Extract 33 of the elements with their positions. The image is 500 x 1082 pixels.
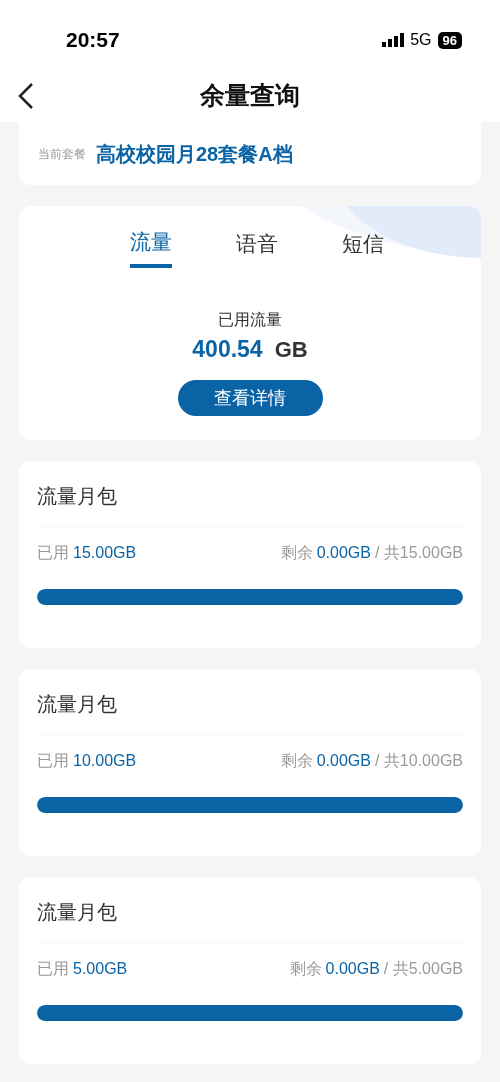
tab[interactable]: 语音 bbox=[236, 226, 278, 268]
network-label: 5G bbox=[410, 30, 432, 50]
remaining-value: 0.00GB bbox=[316, 543, 371, 563]
battery-level: 96 bbox=[437, 31, 462, 49]
plan-name: 高校校园月28套餐A档 bbox=[96, 141, 293, 167]
remaining-value: 0.00GB bbox=[325, 959, 380, 979]
used-label: 已用 bbox=[37, 751, 69, 771]
plan-label: 当前套餐 bbox=[38, 145, 86, 163]
used-label: 已用 bbox=[37, 959, 69, 979]
signal-icon bbox=[382, 33, 405, 47]
status-time: 20:57 bbox=[66, 27, 120, 53]
tab[interactable]: 短信 bbox=[342, 226, 384, 268]
total-value: / 共15.00GB bbox=[374, 543, 463, 563]
package-title: 流量月包 bbox=[37, 669, 463, 735]
package-title: 流量月包 bbox=[37, 877, 463, 943]
back-icon[interactable] bbox=[16, 82, 36, 110]
usage-unit: GB bbox=[274, 335, 308, 364]
details-button[interactable]: 查看详情 bbox=[177, 380, 323, 416]
usage-value: 400.54 bbox=[192, 334, 263, 364]
page-title: 余量查询 bbox=[200, 80, 300, 112]
remaining-label: 剩余 bbox=[289, 959, 322, 979]
remaining-label: 剩余 bbox=[280, 543, 313, 563]
total-value: / 共5.00GB bbox=[383, 959, 463, 979]
tab[interactable]: 流量 bbox=[130, 226, 172, 268]
total-value: / 共10.00GB bbox=[374, 751, 463, 771]
used-label: 已用 bbox=[37, 543, 69, 563]
used-value: 15.00GB bbox=[73, 543, 137, 563]
package-title: 流量月包 bbox=[37, 461, 463, 527]
used-value: 5.00GB bbox=[73, 959, 128, 979]
usage-label: 已用流量 bbox=[217, 309, 283, 330]
remaining-value: 0.00GB bbox=[316, 751, 371, 771]
remaining-label: 剩余 bbox=[280, 751, 313, 771]
used-value: 10.00GB bbox=[73, 751, 137, 771]
